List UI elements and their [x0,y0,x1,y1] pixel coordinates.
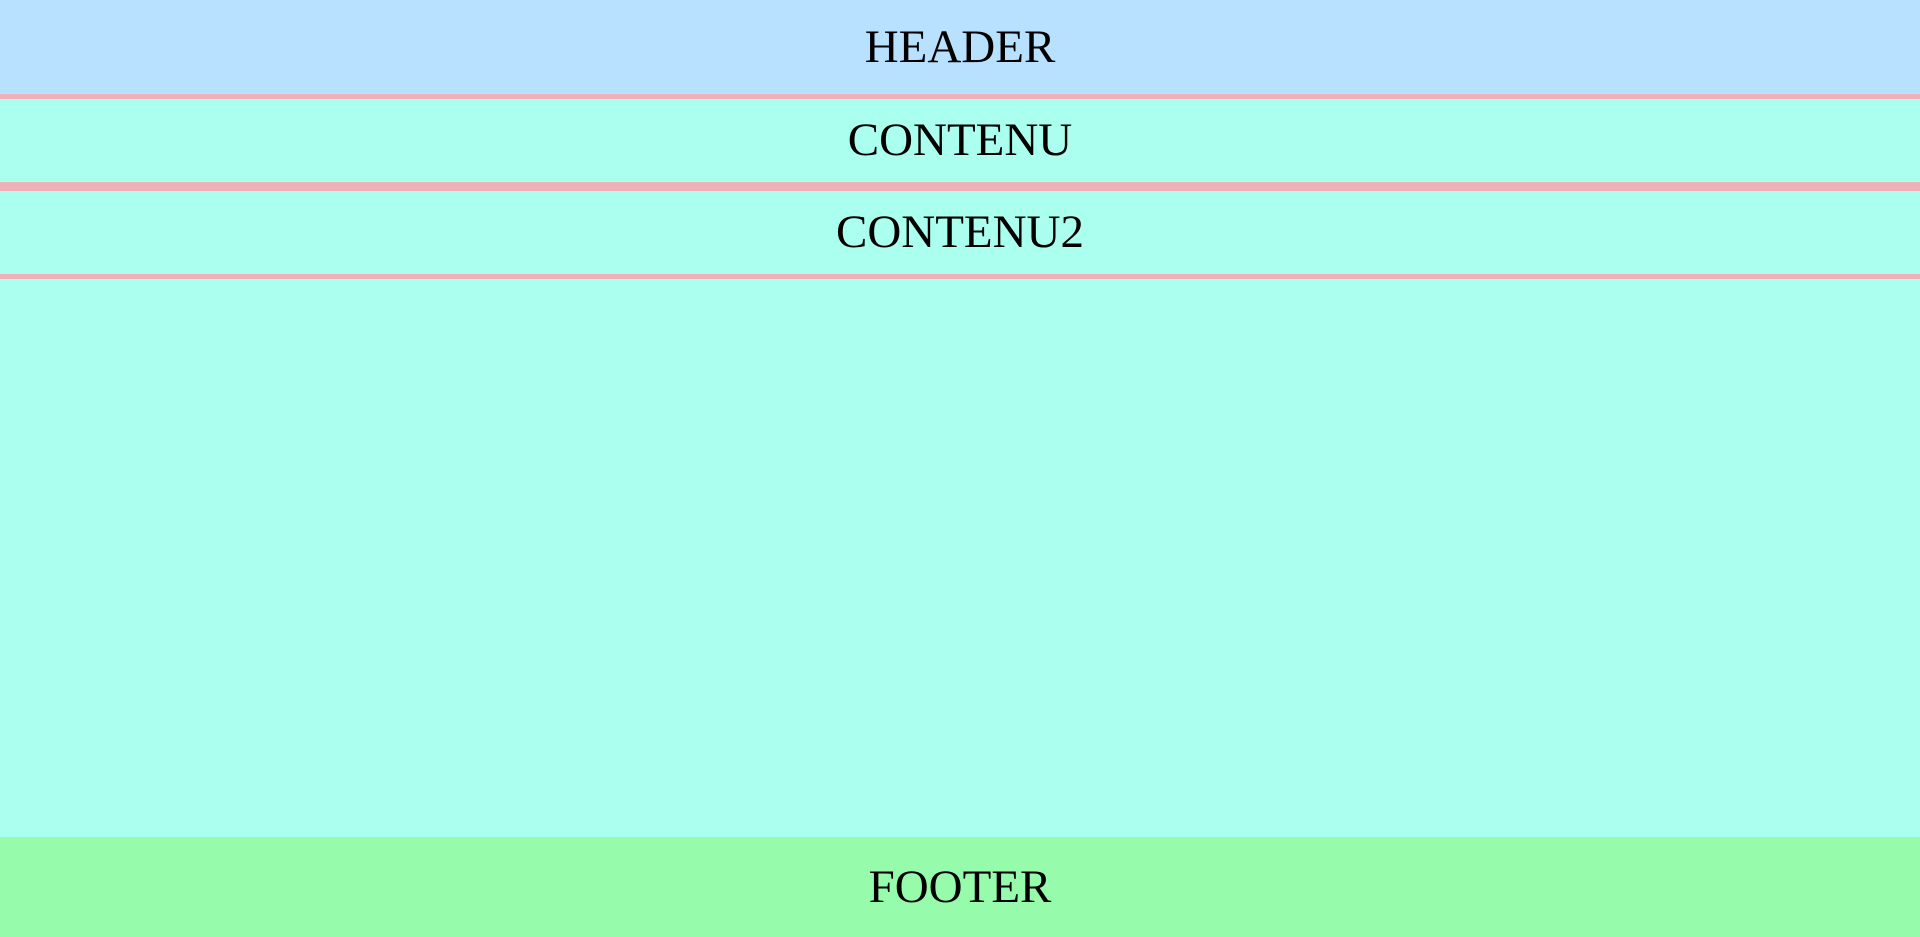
content-label: CONTENU [847,114,1073,166]
content2-label: CONTENU2 [835,206,1085,258]
page-header: HEADER [0,0,1920,94]
divider [0,182,1920,191]
main-area [0,279,1920,837]
content-section: CONTENU [0,99,1920,182]
header-label: HEADER [864,20,1056,73]
footer-label: FOOTER [868,860,1052,913]
content-section-2: CONTENU2 [0,191,1920,274]
page-footer: FOOTER [0,837,1920,937]
page: HEADER CONTENU CONTENU2 FOOTER [0,0,1920,937]
